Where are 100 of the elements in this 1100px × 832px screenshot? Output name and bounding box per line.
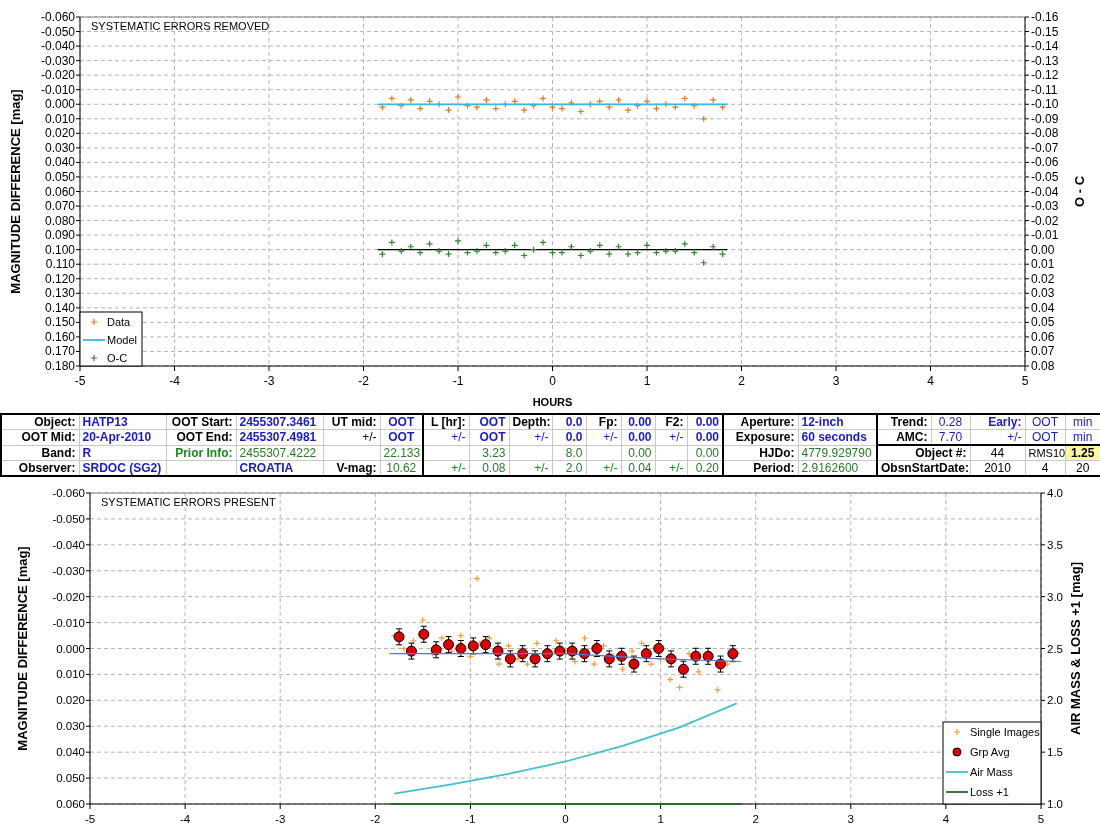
axis-tick-label: 0.030 — [56, 720, 85, 733]
plus-minus-label: +/- — [423, 460, 469, 476]
axis-tick-label: 0.040 — [44, 155, 75, 170]
axis-tick-label: 0.120 — [44, 271, 75, 286]
axis-tick-label: -0.03 — [1031, 199, 1059, 214]
field-value: 4779.929790 — [798, 445, 877, 461]
legend-label: Grp Avg — [970, 746, 1010, 758]
axis-tick-label: 2.0 — [1047, 694, 1063, 707]
axis-tick-label: -0.05 — [1031, 169, 1059, 184]
axis-tick-label: 0.180 — [44, 359, 75, 373]
axis-tick-label: 0.060 — [56, 798, 85, 810]
axis-tick-label: -0.040 — [40, 39, 75, 54]
axis-tick-label: 5 — [1021, 374, 1029, 388]
axis-tick-label: 0.02 — [1031, 271, 1055, 286]
axis-tick-label: 5 — [1037, 813, 1045, 825]
plus-minus-label: +/- — [323, 429, 380, 445]
axis-tick-label: -0.050 — [40, 24, 75, 39]
axis-tick-label: -2 — [358, 374, 369, 388]
axis-tick-label: -0.02 — [1031, 213, 1059, 228]
field-value: 12-inch — [798, 414, 877, 430]
axis-tick-label: -5 — [84, 813, 96, 825]
axis-tick-label: 0.160 — [44, 329, 75, 344]
axis-tick-label: -0.050 — [52, 512, 85, 525]
axis-tick-label: -3 — [275, 813, 286, 825]
field-label: OOT Mid: — [1, 429, 79, 445]
axis-tick-label: -2 — [370, 813, 381, 825]
legend-label: Model — [107, 334, 137, 346]
field-value: 0.00 — [621, 429, 655, 445]
axis-tick-label: 1.0 — [1047, 798, 1063, 810]
field-value: 0.00 — [687, 414, 723, 430]
field-label: Period: — [723, 460, 798, 476]
axis-tick-label: 2 — [752, 813, 759, 825]
axis-tick-label: 0.070 — [44, 199, 75, 214]
field-label: Depth: — [509, 414, 552, 430]
axis-tick-label: -0.04 — [1031, 184, 1059, 199]
axis-tick-label: -1 — [465, 813, 476, 825]
axis-tick-label: 0 — [549, 374, 556, 388]
field-label: Prior Info: — [166, 445, 236, 461]
axis-tick-label: 0.020 — [56, 694, 85, 707]
axis-tick-label: 0.080 — [44, 213, 75, 228]
axis-tick-label: 0.100 — [44, 242, 75, 257]
axis-tick-label: 4 — [927, 374, 934, 388]
axis-tick-label: -0.010 — [52, 616, 85, 629]
axis-tick-label: 2.5 — [1047, 642, 1063, 655]
axis-tick-label: 4 — [942, 813, 950, 825]
field-value: 0.0 — [552, 414, 586, 430]
axis-tick-label: 3 — [847, 813, 854, 825]
axis-tick-label: 4.0 — [1047, 487, 1063, 499]
axis-tick-label: 0.08 — [1031, 359, 1055, 373]
legend-label: Data — [107, 316, 131, 328]
field-value: HATP13 — [79, 414, 166, 430]
axis-tick-label: 0.050 — [44, 169, 75, 184]
legend-label: Air Mass — [970, 766, 1013, 778]
axis-tick-label: 0.010 — [56, 668, 85, 681]
axis-tick-label: 1.5 — [1047, 746, 1063, 759]
field-value: 60 seconds — [798, 429, 877, 445]
axis-tick-label: 0.170 — [44, 344, 75, 359]
axis-tick-label: -0.09 — [1031, 111, 1059, 126]
axis-tick-label: -0.040 — [52, 538, 85, 551]
field-value: min — [1065, 414, 1100, 430]
axis-tick-label: -0.010 — [40, 82, 75, 97]
axis-tick-label: 0.030 — [44, 140, 75, 155]
field-value: 1.25 — [1065, 445, 1100, 461]
field-value: 20-Apr-2010 — [79, 429, 166, 445]
axis-tick-label: 0.000 — [44, 97, 75, 112]
axis-tick-label: 0.010 — [44, 111, 75, 126]
axis-tick-label: 2 — [738, 374, 745, 388]
chart-title: SYSTEMATIC ERRORS PRESENT — [101, 496, 276, 508]
axis-tick-label: -1 — [452, 374, 464, 388]
axis-tick-label: 0.000 — [56, 642, 85, 655]
legend-label: Loss +1 — [970, 786, 1009, 798]
legend-label: Single Images — [970, 726, 1040, 738]
axis-tick-label: -5 — [74, 374, 86, 388]
field-value: 44 — [970, 445, 1025, 461]
axis-tick-label: -4 — [180, 813, 191, 825]
axis-tick-label: -0.06 — [1031, 155, 1059, 170]
field-value: R — [79, 445, 166, 461]
axis-tick-label: 1 — [657, 813, 664, 825]
field-value: 2455307.3461 — [236, 414, 323, 430]
axis-tick-label: 0.140 — [44, 300, 75, 315]
axis-tick-label: 0.090 — [44, 228, 75, 243]
field-value: 0.0 — [552, 429, 586, 445]
axis-tick-label: -0.16 — [1031, 10, 1059, 24]
axis-title: O - C — [1072, 175, 1087, 208]
field-value: 0.00 — [621, 414, 655, 430]
axis-title: AIR MASS & LOSS +1 [mag] — [1068, 562, 1083, 735]
axis-tick-label: 0.00 — [1031, 242, 1055, 257]
axis-tick-label: 3.0 — [1047, 590, 1063, 603]
plus-minus-label: +/- — [509, 429, 552, 445]
axis-tick-label: -0.13 — [1031, 53, 1059, 68]
field-label: UT mid: — [323, 414, 380, 430]
field-label: Early: — [970, 414, 1025, 430]
axis-tick-label: -0.020 — [52, 590, 85, 603]
plus-minus-label: +/- — [655, 429, 687, 445]
field-value: 22.133 — [380, 445, 423, 461]
axis-tick-label: -0.01 — [1031, 228, 1059, 243]
field-value: OOT — [1025, 414, 1065, 430]
field-label: Object #: — [877, 445, 970, 461]
axis-tick-label: 0.01 — [1031, 257, 1055, 272]
field-label: L [hr]: — [423, 414, 469, 430]
